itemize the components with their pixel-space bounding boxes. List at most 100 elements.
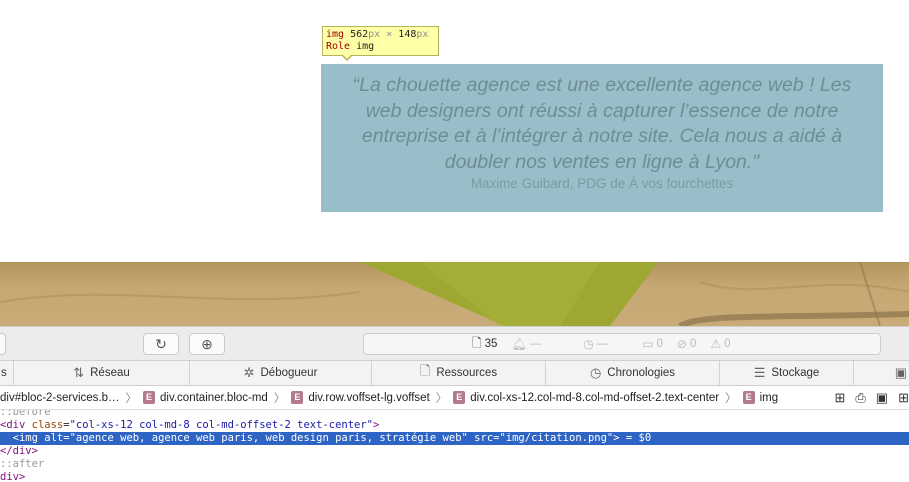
chevron-right-icon: 〉 [125, 392, 138, 405]
status-item-value: 0 [724, 338, 731, 350]
download-icon: ⊕ [201, 335, 213, 352]
reload-icon: ↻ [155, 335, 167, 352]
screen-icon[interactable]: ▣ [876, 390, 888, 406]
document-icon: 🗋 [472, 335, 482, 350]
download-button[interactable]: ⊕ [189, 333, 225, 355]
clock-icon: ◷ [583, 337, 594, 351]
tab-label: Réseau [90, 367, 130, 379]
status-item[interactable]: ⊘ 0 [677, 337, 696, 351]
breadcrumb-item[interactable]: E div.col-xs-12.col-md-8.col-md-offset-2… [453, 391, 719, 404]
tab-label: Stockage [771, 367, 820, 379]
tooltip-unit: px [368, 29, 381, 40]
file-icon: 🗋 [419, 363, 431, 378]
node-tag: </div> [0, 445, 38, 457]
toolbar-left-button[interactable] [0, 333, 6, 355]
tooltip-unit: px [416, 29, 429, 40]
error-icon: ⊘ [676, 337, 687, 351]
dom-node-before[interactable]: ::before [0, 410, 909, 419]
banner-texture [0, 262, 909, 326]
quote-author: Maxime Guibard, PDG de À vos fourchettes [470, 176, 734, 191]
network-icon: ⇅ [73, 365, 85, 380]
breadcrumb-item[interactable]: div#bloc-2-services.b… [0, 392, 120, 404]
tab-label: Chronologies [607, 367, 676, 379]
element-badge-icon: E [453, 391, 466, 404]
clock-icon: ◷ [589, 365, 602, 380]
node-attr-value: "img/citation.png" [499, 432, 614, 444]
warning-icon: ⚠︎ [710, 337, 722, 351]
tab-label: s [1, 367, 7, 379]
tooltip-times: × [386, 29, 393, 40]
tab-label: Débogueur [260, 367, 318, 379]
banner-image [0, 262, 909, 326]
status-item[interactable]: ⚠︎ 0 [710, 337, 730, 351]
breadcrumb-item[interactable]: E div.row.voffset-lg.voffset [291, 391, 430, 404]
breadcrumb-label: div#bloc-2-services.b… [0, 391, 120, 404]
breadcrumb-item[interactable]: E img [742, 391, 779, 404]
chevron-right-icon: 〉 [435, 392, 448, 405]
element-badge-icon: E [291, 391, 304, 404]
tab-timelines[interactable]: ◷ Chronologies [546, 361, 720, 385]
status-item[interactable]: 🔔︎ — [511, 337, 541, 351]
status-item-value: 0 [689, 338, 697, 350]
status-item-value: — [529, 338, 542, 350]
dom-node-img-selected[interactable]: <img alt="agence web, agence web paris, … [0, 432, 909, 445]
page-viewport: img 562px × 148px Role img “La chouette … [0, 0, 909, 326]
tab-more[interactable]: ▣ [854, 361, 909, 385]
status-item-value: 0 [656, 338, 663, 350]
node-attr: class [31, 419, 64, 431]
print-icon[interactable]: ⎙ [855, 390, 865, 406]
node-tag: div> [0, 471, 26, 482]
message-icon: ▭ [642, 337, 654, 351]
dom-node-div[interactable]: <div class="col-xs-12 col-md-8 col-md-of… [0, 419, 909, 432]
node-console-ref: > = $0 [613, 432, 652, 444]
storage-icon: ☰ [753, 365, 766, 380]
tooltip-width: 562 [350, 29, 369, 40]
citation-image[interactable]: “La chouette agence est une excellente a… [321, 64, 883, 212]
tooltip-arrow-fill [342, 54, 352, 59]
grid-icon[interactable]: ⊞ [898, 390, 909, 406]
image-icon: ▣ [894, 365, 907, 380]
devtools-toolbar: ↻ ⊕ 🗋 35 🔔︎ — ◷ — ▭ 0 ⊘ 0 ⚠︎ 0 [0, 326, 909, 361]
status-bar: 🗋 35 🔔︎ — ◷ — ▭ 0 ⊘ 0 ⚠︎ 0 [363, 333, 881, 355]
breadcrumb-item[interactable]: E div.container.bloc-md [143, 391, 268, 404]
reload-button[interactable]: ↻ [143, 333, 179, 355]
dom-node-div-close[interactable]: </div> [0, 445, 909, 458]
chevron-right-icon: 〉 [725, 392, 737, 405]
node-tag: > [373, 419, 380, 431]
breadcrumb-label: img [759, 391, 779, 404]
breadcrumb-label: div.container.bloc-md [160, 391, 268, 404]
dom-node-after[interactable]: ::after [0, 458, 909, 471]
breadcrumb-label: div.col-xs-12.col-md-8.col-md-offset-2.t… [470, 391, 720, 404]
node-attr-value: "col-xs-12 col-md-8 col-md-offset-2 text… [69, 419, 373, 431]
node-attr: src [474, 432, 494, 444]
element-badge-icon: E [143, 391, 156, 404]
breadcrumb: div#bloc-2-services.b… 〉 E div.container… [0, 386, 909, 410]
status-item-value: — [596, 338, 609, 350]
quote-text: “La chouette agence est une excellente a… [352, 74, 852, 173]
tooltip-height: 148 [398, 29, 417, 40]
pseudo-element: ::after [0, 458, 45, 470]
tooltip-tag: img [326, 29, 345, 40]
tab-debugger[interactable]: ✲ Débogueur [190, 361, 372, 385]
node-attr-value: "agence web, agence web paris, web desig… [69, 432, 468, 444]
devtools-tabs: s ⇅ Réseau ✲ Débogueur 🗋 Ressources ◷ Ch… [0, 361, 909, 386]
tooltip-role-value: img [356, 41, 375, 52]
pseudo-element: ::before [0, 410, 51, 418]
tooltip-role-label: Role [326, 41, 351, 52]
breadcrumb-tools: ⊞ ⎙ ▣ ⊞ [834, 390, 909, 406]
dom-node-next[interactable]: div> [0, 471, 909, 482]
resources-count[interactable]: 🗋 35 [472, 334, 497, 355]
status-item[interactable]: ◷ — [583, 337, 608, 351]
bell-icon: 🔔︎ [511, 337, 527, 351]
tab-storage[interactable]: ☰ Stockage [720, 361, 854, 385]
tab-network[interactable]: ⇅ Réseau [14, 361, 190, 385]
breadcrumb-label: div.row.voffset-lg.voffset [308, 391, 430, 404]
resources-count-value: 35 [484, 338, 498, 350]
tab-resources[interactable]: 🗋 Ressources [372, 361, 546, 385]
chevron-right-icon: 〉 [273, 392, 286, 405]
layout-icon[interactable]: ⊞ [834, 390, 845, 406]
node-tag: <img [12, 432, 38, 444]
status-item[interactable]: ▭ 0 [642, 337, 663, 351]
tab-label: Ressources [436, 367, 498, 379]
tab-elements[interactable]: s [0, 361, 14, 385]
